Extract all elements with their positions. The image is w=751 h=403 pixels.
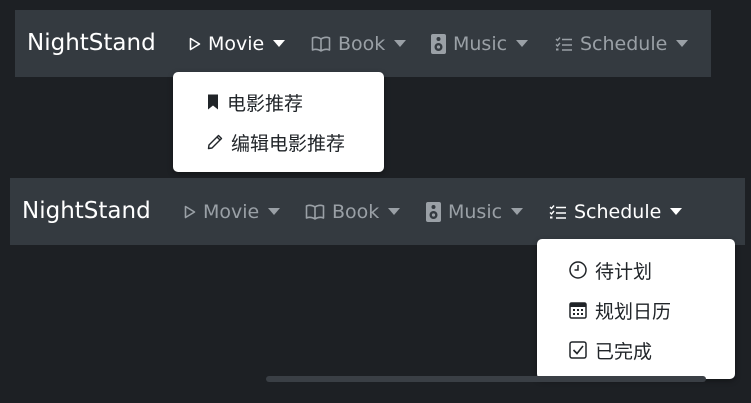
horizontal-scrollbar[interactable] — [266, 376, 706, 382]
bookmark-icon — [207, 94, 219, 110]
caret-down-icon — [273, 40, 286, 47]
speaker-icon — [426, 201, 441, 222]
speaker-icon — [431, 33, 446, 54]
nav-item-label: Music — [453, 32, 508, 55]
check-square-icon — [569, 341, 587, 359]
nav-item-label: Schedule — [574, 200, 662, 223]
nav-item-label: Schedule — [580, 32, 668, 55]
dropdown-item-movie-recommend[interactable]: 电影推荐 — [173, 82, 384, 122]
caret-down-icon — [268, 208, 281, 215]
nav-item-book[interactable]: Book — [311, 10, 407, 77]
nav-item-label: Music — [448, 200, 503, 223]
schedule-dropdown-menu: 待计划 规划日历 已完成 — [537, 239, 735, 379]
play-outline-icon — [184, 205, 196, 219]
dropdown-item-label: 规划日历 — [595, 300, 672, 323]
nav-item-music[interactable]: Music — [426, 178, 524, 245]
book-icon — [311, 36, 331, 52]
nav-item-schedule[interactable]: Schedule — [549, 178, 683, 245]
nav-item-movie[interactable]: Movie — [189, 10, 286, 77]
clock-icon — [569, 261, 587, 279]
nav-item-label: Book — [332, 200, 380, 223]
dropdown-item-planning-calendar[interactable]: 规划日历 — [537, 290, 735, 330]
caret-down-icon — [388, 208, 401, 215]
play-outline-icon — [189, 37, 201, 51]
dropdown-item-label: 已完成 — [595, 340, 653, 363]
dropdown-item-edit-movie-recommend[interactable]: 编辑电影推荐 — [173, 122, 384, 162]
nav-item-label: Movie — [203, 200, 260, 223]
caret-down-icon — [516, 40, 529, 47]
navbar-brand[interactable]: NightStand — [27, 10, 156, 77]
nav-item-schedule[interactable]: Schedule — [555, 10, 689, 77]
dropdown-item-completed[interactable]: 已完成 — [537, 330, 735, 370]
pencil-icon — [207, 134, 223, 150]
caret-down-icon — [676, 40, 689, 47]
navbar-brand[interactable]: NightStand — [22, 178, 151, 245]
nav-item-label: Book — [338, 32, 386, 55]
dropdown-item-label: 待计划 — [595, 260, 653, 283]
nav-item-movie[interactable]: Movie — [184, 178, 281, 245]
book-icon — [305, 204, 325, 220]
nav-item-music[interactable]: Music — [431, 10, 529, 77]
caret-down-icon — [511, 208, 524, 215]
nav-item-book[interactable]: Book — [305, 178, 401, 245]
list-check-icon — [549, 204, 567, 220]
navbar-top: NightStand Movie Book Music Schedule — [15, 10, 711, 77]
dropdown-item-to-plan[interactable]: 待计划 — [537, 250, 735, 290]
dropdown-item-label: 编辑电影推荐 — [231, 132, 346, 155]
list-check-icon — [555, 36, 573, 52]
caret-down-icon — [394, 40, 407, 47]
caret-down-icon — [670, 208, 683, 215]
movie-dropdown-menu: 电影推荐 编辑电影推荐 — [173, 72, 384, 172]
nav-item-label: Movie — [208, 32, 265, 55]
calendar-icon — [569, 301, 587, 319]
navbar-bottom: NightStand Movie Book Music Schedule — [10, 178, 745, 245]
dropdown-item-label: 电影推荐 — [227, 92, 304, 115]
